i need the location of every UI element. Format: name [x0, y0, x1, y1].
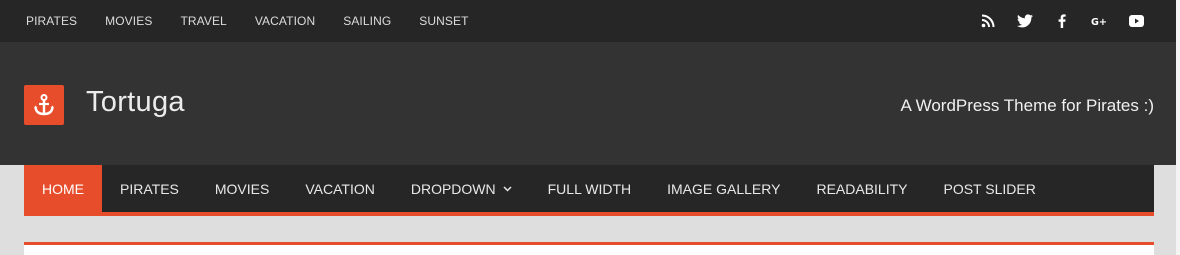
nav-item-movies[interactable]: MOVIES — [197, 165, 287, 212]
nav-item-label: FULL WIDTH — [547, 180, 632, 197]
top-nav-link-sunset[interactable]: SUNSET — [419, 14, 468, 28]
top-nav-link-pirates[interactable]: PIRATES — [26, 14, 77, 28]
top-nav-link-vacation[interactable]: VACATION — [255, 14, 315, 28]
page-scrollbar[interactable] — [1176, 0, 1180, 255]
svg-text:G+: G+ — [1091, 17, 1107, 27]
social-links: G+ — [961, 0, 1146, 42]
top-navigation: PIRATES MOVIES TRAVEL VACATION SAILING S… — [12, 0, 483, 42]
top-nav-link-sailing[interactable]: SAILING — [343, 14, 391, 28]
youtube-icon[interactable] — [1126, 11, 1146, 31]
page: PIRATES MOVIES TRAVEL VACATION SAILING S… — [0, 0, 1176, 255]
main-navigation: HOME PIRATES MOVIES VACATION DROPDOWN FU… — [24, 165, 1154, 216]
nav-item-readability[interactable]: READABILITY — [798, 165, 925, 212]
nav-item-label: PIRATES — [120, 180, 179, 197]
nav-item-dropdown[interactable]: DROPDOWN — [393, 165, 530, 212]
nav-item-label: HOME — [42, 180, 84, 197]
nav-item-label: READABILITY — [816, 180, 908, 197]
nav-item-full-width[interactable]: FULL WIDTH — [530, 165, 649, 212]
top-nav-link-movies[interactable]: MOVIES — [105, 14, 152, 28]
twitter-icon[interactable] — [1015, 11, 1035, 31]
nav-item-label: MOVIES — [214, 180, 270, 197]
nav-item-label: DROPDOWN — [410, 180, 496, 197]
top-nav-link-travel[interactable]: TRAVEL — [180, 14, 226, 28]
nav-item-vacation[interactable]: VACATION — [287, 165, 393, 212]
nav-item-image-gallery[interactable]: IMAGE GALLERY — [649, 165, 798, 212]
nav-item-label: VACATION — [305, 180, 375, 197]
nav-item-pirates[interactable]: PIRATES — [102, 165, 197, 212]
nav-item-home[interactable]: HOME — [24, 165, 102, 212]
facebook-icon[interactable] — [1052, 11, 1072, 31]
site-tagline: A WordPress Theme for Pirates :) — [900, 96, 1154, 115]
rss-icon[interactable] — [978, 11, 998, 31]
anchor-icon[interactable] — [24, 85, 64, 125]
content-card — [24, 242, 1154, 255]
chevron-down-icon — [503, 185, 512, 192]
nav-item-post-slider[interactable]: POST SLIDER — [925, 165, 1053, 212]
nav-item-label: POST SLIDER — [943, 180, 1036, 197]
site-title[interactable]: Tortuga — [86, 86, 185, 119]
google-plus-icon[interactable]: G+ — [1089, 11, 1109, 31]
top-bar: PIRATES MOVIES TRAVEL VACATION SAILING S… — [0, 0, 1176, 42]
site-header: Tortuga A WordPress Theme for Pirates :) — [0, 42, 1176, 165]
nav-item-label: IMAGE GALLERY — [667, 180, 781, 197]
